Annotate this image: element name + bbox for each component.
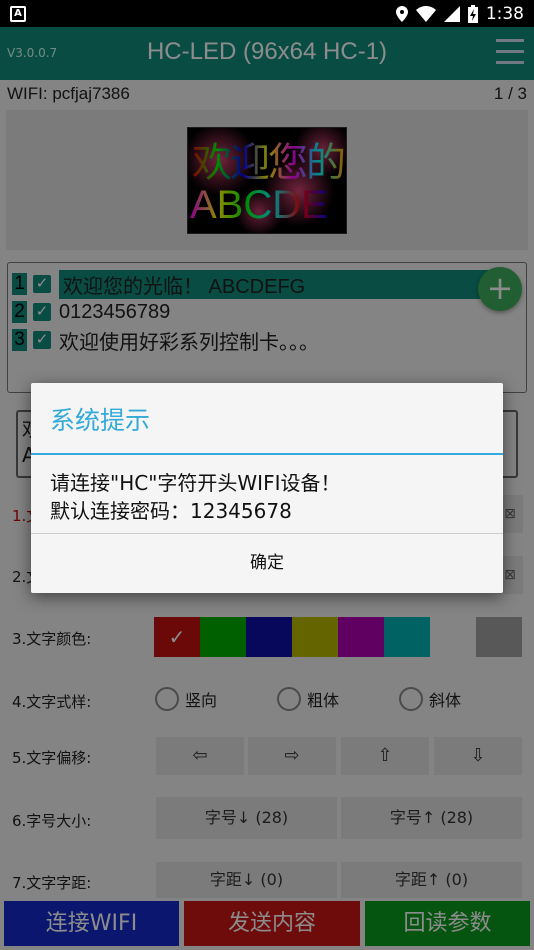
- system-alert-dialog: 系统提示 请连接"HC"字符开头WIFI设备！ 默认连接密码：12345678 …: [31, 383, 503, 593]
- dialog-ok-button[interactable]: 确定: [31, 534, 503, 593]
- battery-icon: [467, 4, 478, 23]
- dialog-message-line2: 默认连接密码：12345678: [50, 499, 292, 523]
- dialog-message-line1: 请连接"HC"字符开头WIFI设备！: [50, 471, 341, 495]
- clock: 1:38: [485, 3, 524, 24]
- location-icon: [395, 5, 408, 22]
- dialog-title-divider: [31, 453, 503, 455]
- status-bar: A 1:38: [0, 0, 534, 27]
- wifi-icon: [415, 5, 436, 22]
- dialog-message: 请连接"HC"字符开头WIFI设备！ 默认连接密码：12345678: [50, 469, 340, 525]
- notification-icon: A: [10, 5, 26, 22]
- modal-scrim-top: [0, 27, 534, 80]
- dialog-title: 系统提示: [50, 406, 151, 435]
- signal-icon: [443, 5, 460, 22]
